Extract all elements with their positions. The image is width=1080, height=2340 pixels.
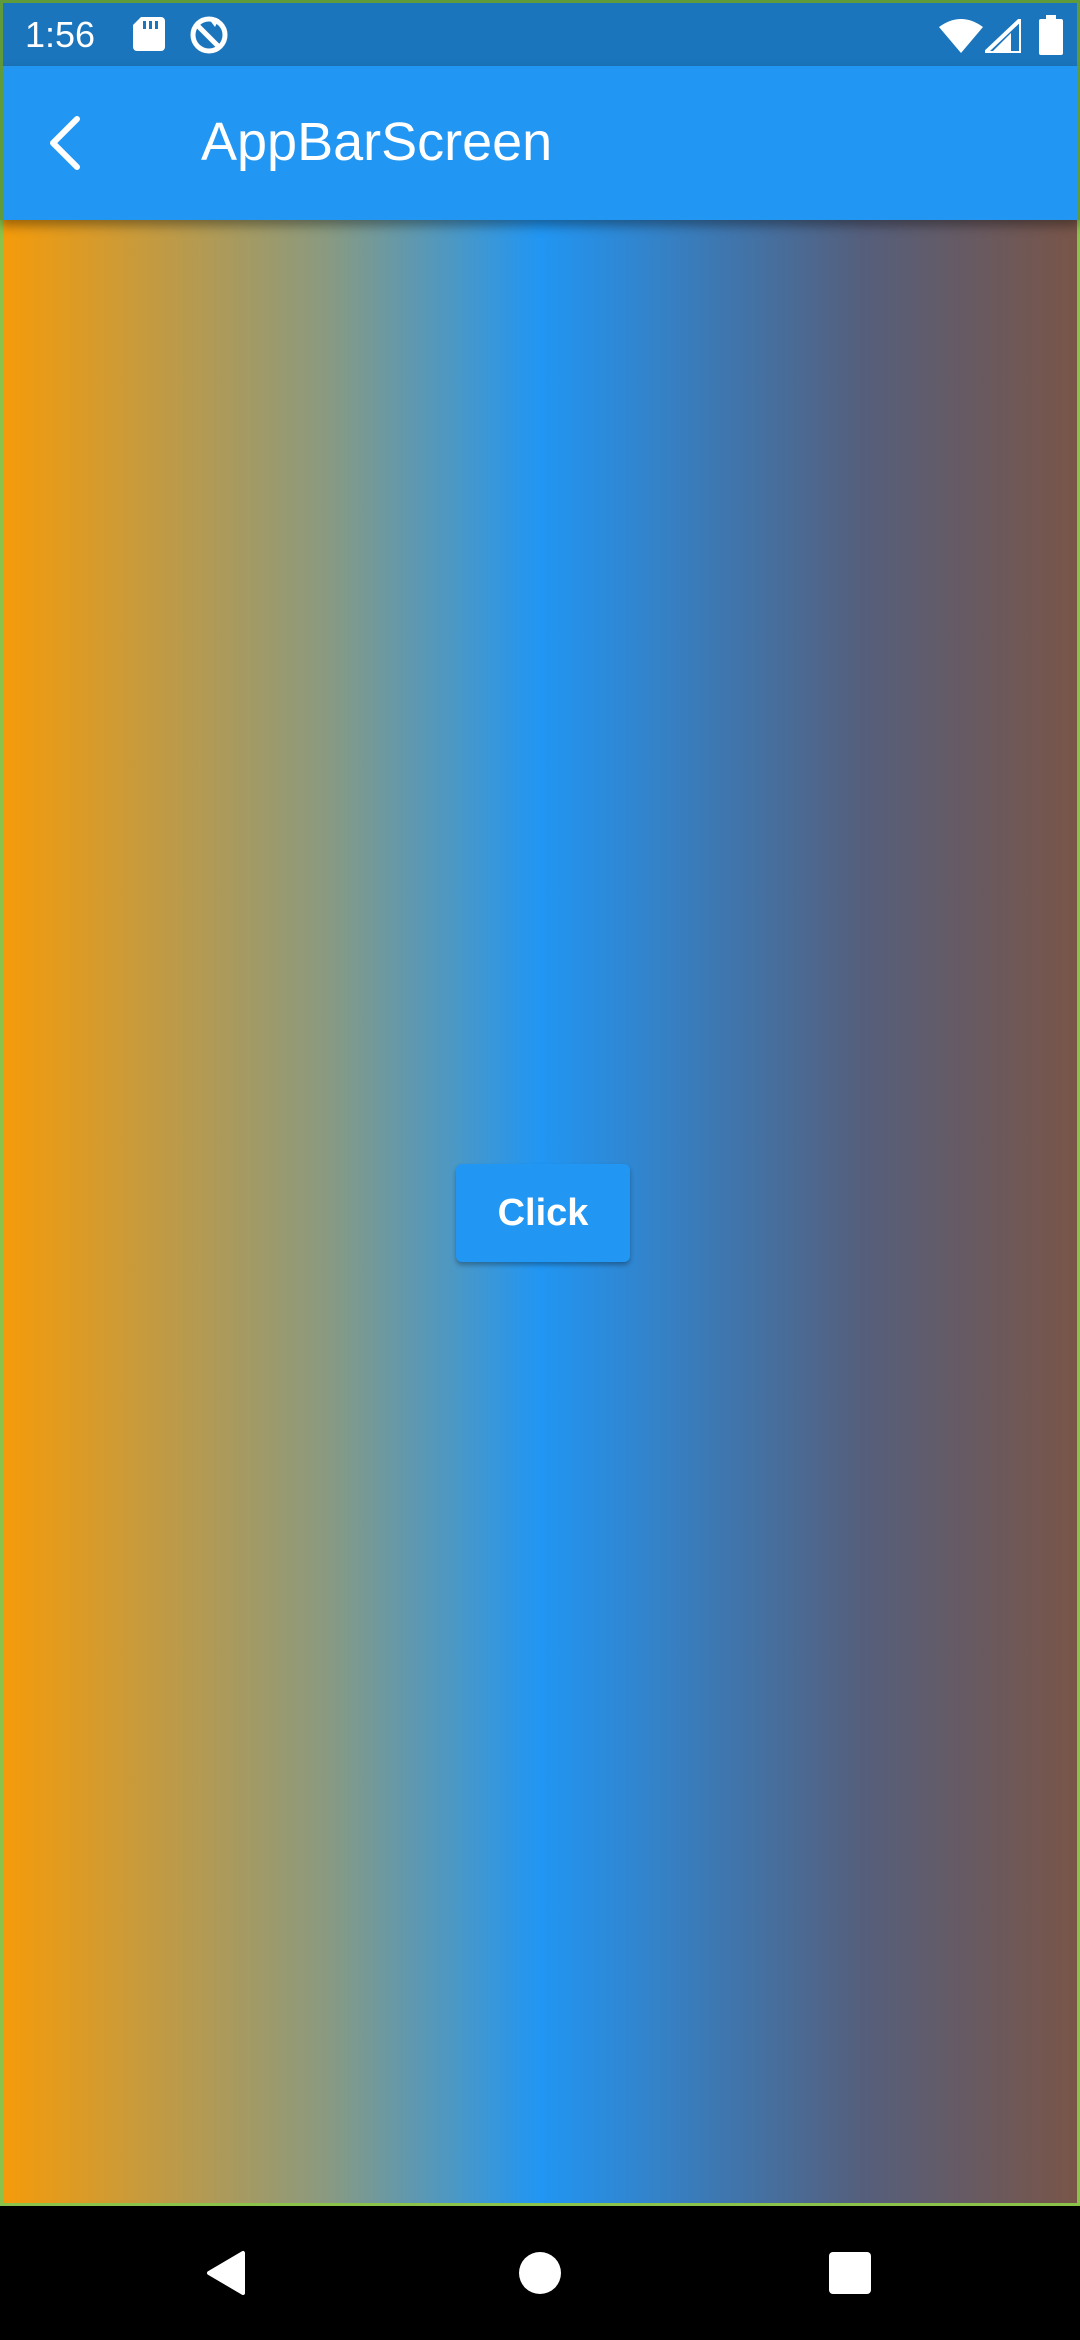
status-bar: 1:56 <box>0 0 1080 66</box>
arrow-back-icon <box>50 116 80 170</box>
nav-recents-button[interactable] <box>813 2236 887 2310</box>
sync-icon <box>189 15 229 60</box>
navigation-bar <box>0 2206 1080 2340</box>
nav-back-button[interactable] <box>188 2236 262 2310</box>
gradient-body: Click <box>0 220 1080 2206</box>
status-time: 1:56 <box>25 14 96 55</box>
signal-icon <box>979 14 1023 58</box>
sd-card-icon <box>133 17 165 56</box>
click-button[interactable]: Click <box>456 1164 630 1262</box>
wifi-icon <box>939 19 983 58</box>
app-title: AppBarScreen <box>201 112 553 172</box>
nav-recents-icon <box>829 2252 871 2294</box>
nav-back-icon <box>207 2251 245 2295</box>
screen: 1:56 AppBarScreen Click <box>0 0 1080 2340</box>
back-button[interactable] <box>23 101 107 185</box>
nav-home-button[interactable] <box>503 2236 577 2310</box>
battery-icon <box>1039 15 1063 60</box>
nav-home-icon <box>519 2252 561 2294</box>
app-bar: AppBarScreen <box>0 66 1080 220</box>
